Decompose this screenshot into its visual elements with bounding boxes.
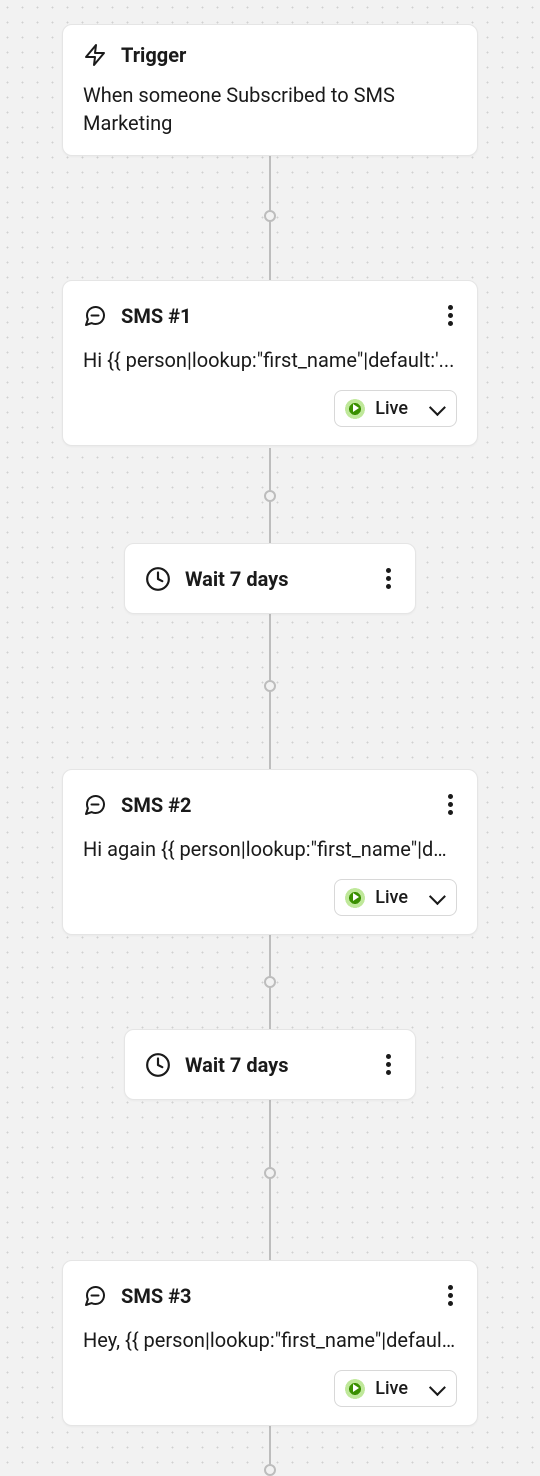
flow-canvas[interactable]: Trigger When someone Subscribed to SMS M… (0, 0, 540, 1474)
wait-label: Wait 7 days (185, 567, 289, 591)
chevron-down-icon (429, 1379, 446, 1396)
sms-title: SMS #2 (121, 793, 191, 817)
status-dropdown[interactable]: Live (334, 390, 457, 427)
live-status-icon (345, 399, 365, 419)
sms-card-3[interactable]: SMS #3 Hey, {{ person|lookup:"first_name… (62, 1260, 478, 1426)
sms-preview: Hi again {{ person|lookup:"first_name"|d… (83, 835, 457, 863)
chevron-down-icon (429, 888, 446, 905)
clock-icon (145, 1052, 171, 1078)
connector-node[interactable] (264, 1167, 276, 1179)
sms-preview: Hey, {{ person|lookup:"first_name"|defau… (83, 1326, 457, 1354)
connector-line (269, 1098, 271, 1260)
connector-node[interactable] (264, 1464, 276, 1476)
trigger-title: Trigger (121, 43, 186, 67)
connector-node[interactable] (264, 210, 276, 222)
connector-node[interactable] (264, 976, 276, 988)
sms-icon (83, 304, 107, 328)
live-status-icon (345, 888, 365, 908)
card-menu-button[interactable] (382, 562, 395, 595)
wait-card-1[interactable]: Wait 7 days (124, 543, 416, 614)
bolt-icon (83, 43, 107, 67)
sms-title: SMS #3 (121, 1284, 191, 1308)
connector-node[interactable] (264, 680, 276, 692)
status-dropdown[interactable]: Live (334, 1370, 457, 1407)
wait-label: Wait 7 days (185, 1053, 289, 1077)
status-label: Live (375, 398, 408, 419)
card-menu-button[interactable] (444, 788, 457, 821)
connector-node[interactable] (264, 490, 276, 502)
wait-card-2[interactable]: Wait 7 days (124, 1029, 416, 1100)
sms-preview: Hi {{ person|lookup:"first_name"|default… (83, 346, 457, 374)
sms-icon (83, 1284, 107, 1308)
card-menu-button[interactable] (382, 1048, 395, 1081)
sms-title: SMS #1 (121, 304, 191, 328)
live-status-icon (345, 1379, 365, 1399)
clock-icon (145, 566, 171, 592)
card-menu-button[interactable] (444, 1279, 457, 1312)
card-menu-button[interactable] (444, 299, 457, 332)
trigger-description: When someone Subscribed to SMS Marketing (83, 81, 457, 137)
status-label: Live (375, 887, 408, 908)
chevron-down-icon (429, 399, 446, 416)
sms-card-2[interactable]: SMS #2 Hi again {{ person|lookup:"first_… (62, 769, 478, 935)
trigger-card[interactable]: Trigger When someone Subscribed to SMS M… (62, 24, 478, 156)
sms-card-1[interactable]: SMS #1 Hi {{ person|lookup:"first_name"|… (62, 280, 478, 446)
status-dropdown[interactable]: Live (334, 879, 457, 916)
sms-icon (83, 793, 107, 817)
status-label: Live (375, 1378, 408, 1399)
